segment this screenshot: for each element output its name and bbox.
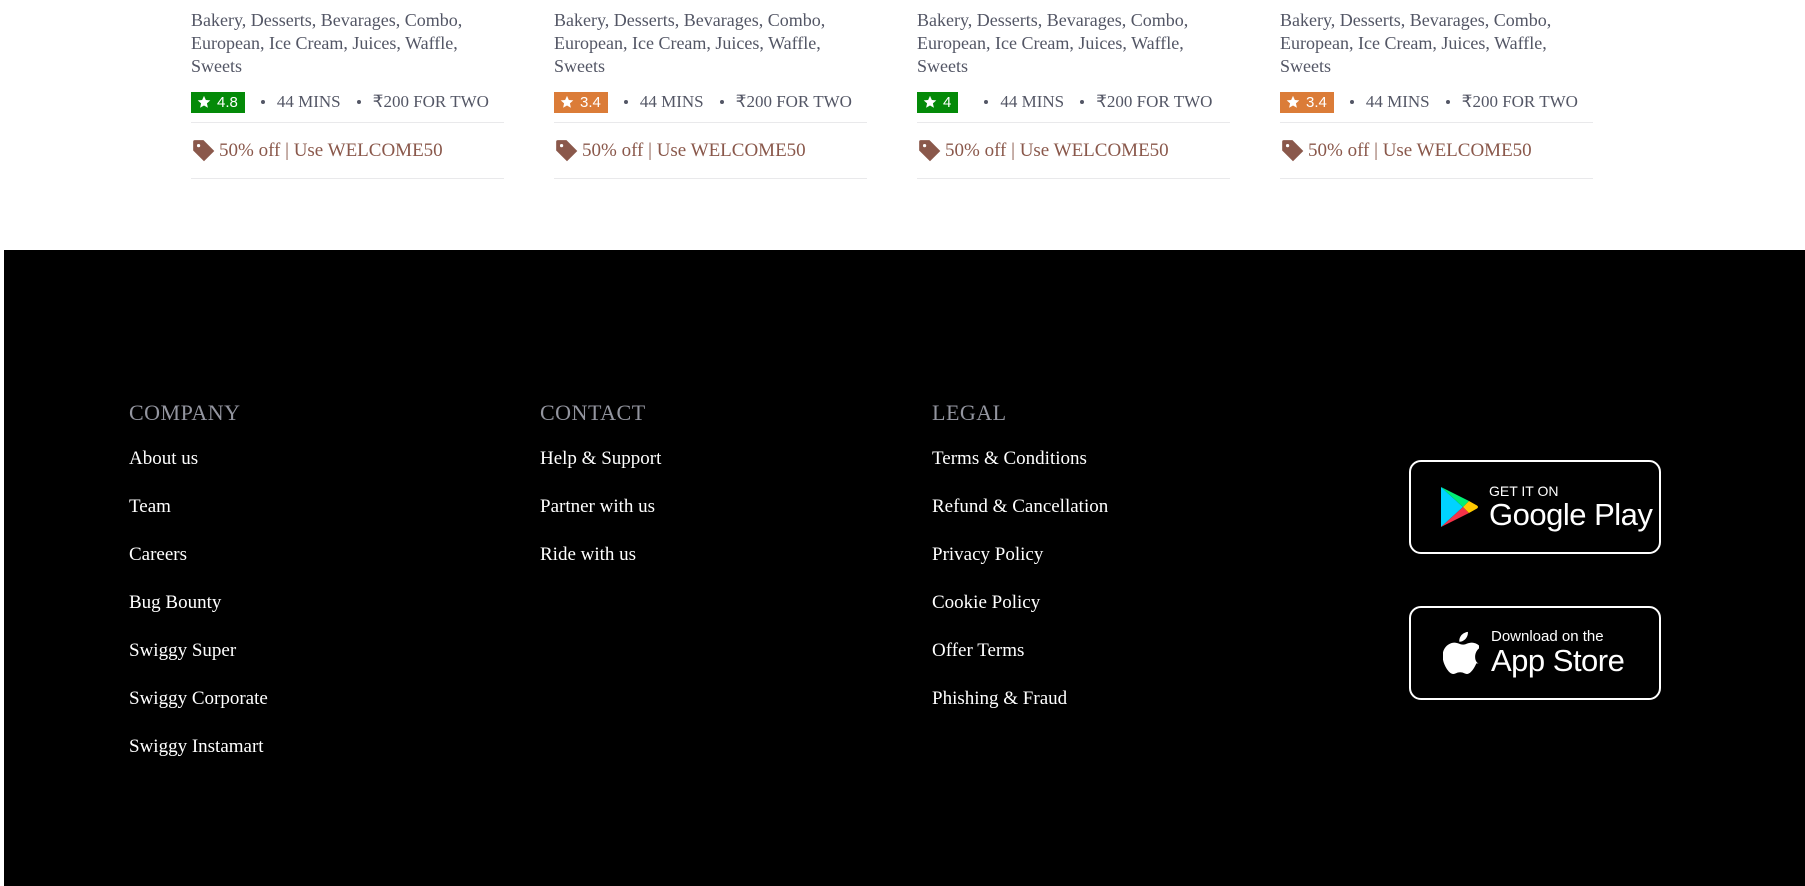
offer-tag-icon xyxy=(193,139,215,161)
rating-badge: 3.4 xyxy=(554,91,608,113)
separator-dot xyxy=(356,100,361,104)
footer-link-ride-with-us[interactable]: Ride with us xyxy=(540,543,661,567)
footer-link-cookie-policy[interactable]: Cookie Policy xyxy=(932,591,1108,615)
offer-text: 50% off | Use WELCOME50 xyxy=(1308,139,1532,161)
cost-for-two: ₹200 FOR TWO xyxy=(372,92,489,111)
separator-dot xyxy=(984,100,989,104)
footer-link-offer-terms[interactable]: Offer Terms xyxy=(932,639,1108,663)
separator-dot xyxy=(260,100,265,104)
separator-dot xyxy=(1445,100,1450,104)
offer-row: 50% off | Use WELCOME50 xyxy=(917,123,1230,178)
rating-value: 3.4 xyxy=(1306,93,1327,111)
footer-column-contact: CONTACT Help & Support Partner with us R… xyxy=(540,400,661,591)
restaurant-meta: 3.4 44 MINS ₹200 FOR TWO xyxy=(554,91,867,113)
footer-link-careers[interactable]: Careers xyxy=(129,543,268,567)
restaurant-card[interactable]: Bakery, Desserts, Bevarages, Combo, Euro… xyxy=(554,0,867,179)
footer-heading-contact: CONTACT xyxy=(540,400,646,425)
google-play-text: GET IT ON Google Play xyxy=(1489,483,1653,532)
footer-column-company: COMPANY About us Team Careers Bug Bounty… xyxy=(129,400,268,783)
google-play-big-label: Google Play xyxy=(1489,497,1653,532)
cuisines-text: Bakery, Desserts, Bevarages, Combo, Euro… xyxy=(1280,10,1552,76)
offer-tag-icon xyxy=(919,139,941,161)
offer-tag-icon xyxy=(1282,139,1304,161)
site-footer: COMPANY About us Team Careers Bug Bounty… xyxy=(4,250,1805,886)
google-play-icon xyxy=(1441,487,1478,527)
divider xyxy=(554,178,867,179)
offer-row: 50% off | Use WELCOME50 xyxy=(191,123,504,178)
restaurant-meta: 4 44 MINS ₹200 FOR TWO xyxy=(917,91,1230,113)
restaurant-card[interactable]: Bakery, Desserts, Bevarages, Combo, Euro… xyxy=(917,0,1230,179)
footer-link-phishing-fraud[interactable]: Phishing & Fraud xyxy=(932,687,1108,711)
star-icon xyxy=(1286,95,1300,108)
cuisines-text: Bakery, Desserts, Bevarages, Combo, Euro… xyxy=(554,10,826,76)
delivery-time: 44 MINS xyxy=(1365,92,1430,111)
restaurant-card[interactable]: Bakery, Desserts, Bevarages, Combo, Euro… xyxy=(191,0,504,179)
restaurant-card[interactable]: Bakery, Desserts, Bevarages, Combo, Euro… xyxy=(1280,0,1593,179)
cuisines-text: Bakery, Desserts, Bevarages, Combo, Euro… xyxy=(191,10,463,76)
divider xyxy=(191,178,504,179)
footer-link-team[interactable]: Team xyxy=(129,495,268,519)
delivery-time: 44 MINS xyxy=(276,92,341,111)
rating-badge: 4 xyxy=(917,91,959,113)
cuisines-text: Bakery, Desserts, Bevarages, Combo, Euro… xyxy=(917,10,1189,76)
app-store-text: Download on the App Store xyxy=(1491,629,1625,678)
footer-link-bug-bounty[interactable]: Bug Bounty xyxy=(129,591,268,615)
offer-text: 50% off | Use WELCOME50 xyxy=(945,139,1169,161)
offer-tag-icon xyxy=(556,139,578,161)
app-store-big-label: App Store xyxy=(1491,643,1625,678)
footer-link-partner-with-us[interactable]: Partner with us xyxy=(540,495,661,519)
separator-dot xyxy=(719,100,724,104)
footer-link-refund-cancellation[interactable]: Refund & Cancellation xyxy=(932,495,1108,519)
footer-link-swiggy-corporate[interactable]: Swiggy Corporate xyxy=(129,687,268,711)
rating-value: 3.4 xyxy=(580,93,601,111)
divider xyxy=(917,178,1230,179)
footer-link-privacy-policy[interactable]: Privacy Policy xyxy=(932,543,1108,567)
offer-text: 50% off | Use WELCOME50 xyxy=(219,139,443,161)
footer-heading-company: COMPANY xyxy=(129,400,241,425)
google-play-button[interactable]: GET IT ON Google Play xyxy=(1409,460,1661,554)
separator-dot xyxy=(623,100,628,104)
restaurant-cards-row: Bakery, Desserts, Bevarages, Combo, Euro… xyxy=(0,0,1805,250)
separator-dot xyxy=(1080,100,1085,104)
cost-for-two: ₹200 FOR TWO xyxy=(1461,92,1578,111)
divider xyxy=(1280,178,1593,179)
star-icon xyxy=(560,95,574,108)
offer-text: 50% off | Use WELCOME50 xyxy=(582,139,806,161)
star-icon xyxy=(197,95,211,108)
footer-link-swiggy-instamart[interactable]: Swiggy Instamart xyxy=(129,735,268,759)
footer-link-terms-conditions[interactable]: Terms & Conditions xyxy=(932,447,1108,471)
delivery-time: 44 MINS xyxy=(1000,92,1065,111)
cost-for-two: ₹200 FOR TWO xyxy=(735,92,852,111)
cost-for-two: ₹200 FOR TWO xyxy=(1096,92,1213,111)
footer-heading-legal: LEGAL xyxy=(932,400,1007,425)
separator-dot xyxy=(1349,100,1354,104)
rating-badge: 3.4 xyxy=(1280,91,1334,113)
footer-link-swiggy-super[interactable]: Swiggy Super xyxy=(129,639,268,663)
rating-badge: 4.8 xyxy=(191,91,245,113)
star-icon xyxy=(923,95,937,108)
delivery-time: 44 MINS xyxy=(639,92,704,111)
footer-column-legal: LEGAL Terms & Conditions Refund & Cancel… xyxy=(932,400,1108,735)
restaurant-meta: 3.4 44 MINS ₹200 FOR TWO xyxy=(1280,91,1593,113)
apple-icon xyxy=(1443,631,1479,674)
footer-link-help-support[interactable]: Help & Support xyxy=(540,447,661,471)
offer-row: 50% off | Use WELCOME50 xyxy=(1280,123,1593,178)
offer-row: 50% off | Use WELCOME50 xyxy=(554,123,867,178)
restaurant-meta: 4.8 44 MINS ₹200 FOR TWO xyxy=(191,91,504,113)
app-store-button[interactable]: Download on the App Store xyxy=(1409,606,1661,700)
rating-value: 4 xyxy=(943,93,952,111)
rating-value: 4.8 xyxy=(217,93,238,111)
footer-link-about-us[interactable]: About us xyxy=(129,447,268,471)
